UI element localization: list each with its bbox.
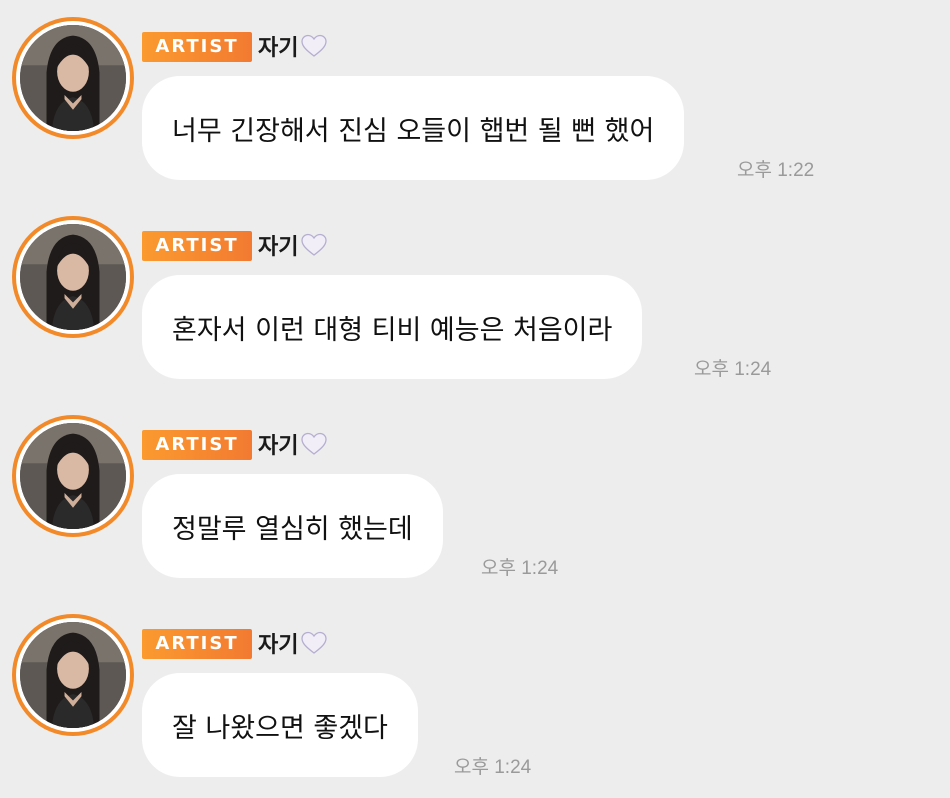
message-bubble[interactable]: 너무 긴장해서 진심 오들이 햅번 될 뻔 했어 bbox=[142, 76, 685, 180]
heart-icon bbox=[301, 432, 328, 455]
avatar-photo bbox=[20, 25, 126, 131]
heart-icon bbox=[301, 631, 328, 654]
sender-name: 자기 bbox=[258, 235, 299, 260]
message-time: 오후 1:22 bbox=[737, 160, 815, 181]
sender: 자기 bbox=[258, 627, 328, 659]
message-bubble[interactable]: 정말루 열심히 했는데 bbox=[142, 474, 443, 578]
avatar[interactable] bbox=[12, 614, 134, 736]
artist-badge: ARTIST bbox=[142, 32, 252, 62]
artist-badge: ARTIST bbox=[142, 231, 252, 261]
sender-name: 자기 bbox=[258, 633, 299, 658]
message-text: 정말루 열심히 했는데 bbox=[172, 513, 413, 545]
avatar[interactable] bbox=[12, 17, 134, 139]
sender: 자기 bbox=[258, 229, 328, 261]
message-text: 잘 나왔으면 좋겠다 bbox=[172, 712, 388, 744]
message-time: 오후 1:24 bbox=[694, 359, 772, 380]
sender-name: 자기 bbox=[258, 434, 299, 459]
avatar[interactable] bbox=[12, 415, 134, 537]
heart-icon bbox=[301, 34, 328, 57]
artist-badge: ARTIST bbox=[142, 430, 252, 460]
avatar-photo bbox=[20, 423, 126, 529]
avatar-photo bbox=[20, 224, 126, 330]
message-time: 오후 1:24 bbox=[481, 558, 559, 579]
message-bubble[interactable]: 잘 나왔으면 좋겠다 bbox=[142, 673, 418, 777]
message-row: ARTIST 자기 잘 나왔으면 좋겠다 오후 1:24 bbox=[0, 597, 950, 778]
message-text: 너무 긴장해서 진심 오들이 햅번 될 뻔 했어 bbox=[172, 115, 655, 147]
sender: 자기 bbox=[258, 30, 328, 62]
heart-icon bbox=[301, 233, 328, 256]
sender: 자기 bbox=[258, 428, 328, 460]
message-text: 혼자서 이런 대형 티비 예능은 처음이라 bbox=[172, 314, 613, 346]
message-bubble[interactable]: 혼자서 이런 대형 티비 예능은 처음이라 bbox=[142, 275, 643, 379]
message-row: ARTIST 자기 정말루 열심히 했는데 오후 1:24 bbox=[0, 398, 950, 579]
message-row: ARTIST 자기 혼자서 이런 대형 티비 예능은 처음이라 오후 1:24 bbox=[0, 199, 950, 380]
artist-badge: ARTIST bbox=[142, 629, 252, 659]
message-time: 오후 1:24 bbox=[454, 757, 532, 778]
avatar-photo bbox=[20, 622, 126, 728]
message-row: ARTIST 자기 너무 긴장해서 진심 오들이 햅번 될 뻔 했어 오후 1:… bbox=[0, 0, 950, 181]
avatar[interactable] bbox=[12, 216, 134, 338]
sender-name: 자기 bbox=[258, 36, 299, 61]
